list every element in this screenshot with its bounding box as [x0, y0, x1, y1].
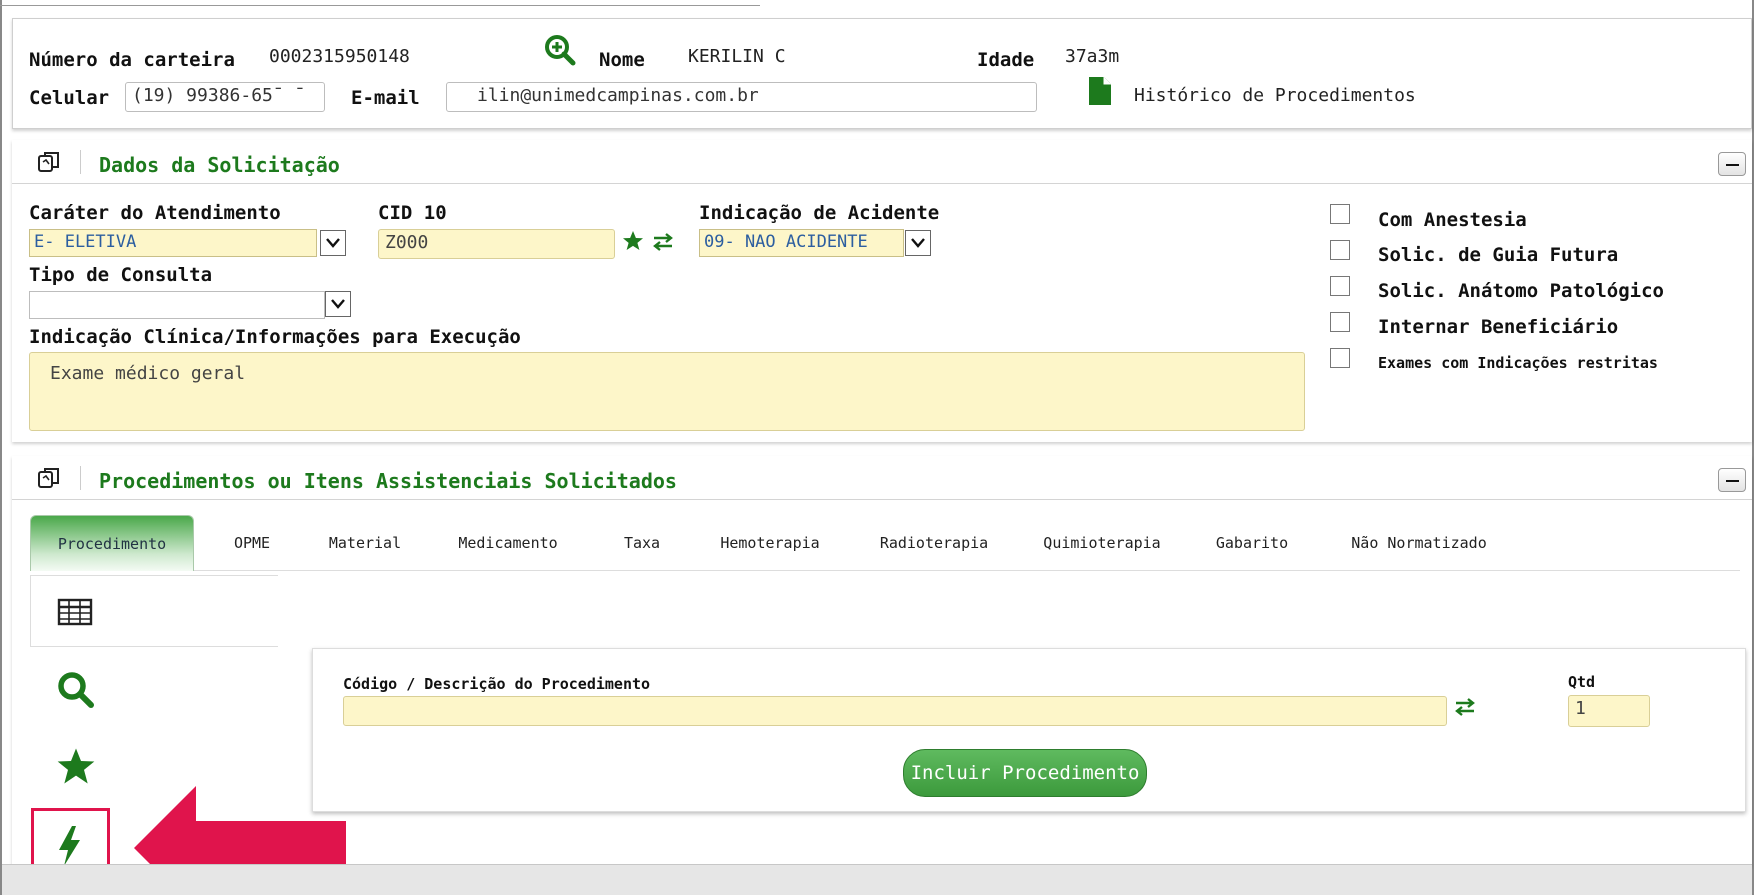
- lightning-icon[interactable]: [54, 824, 84, 868]
- acidente-value: 09- NAO ACIDENTE: [704, 232, 868, 252]
- nome-label: Nome: [599, 49, 645, 71]
- checkbox-internar-beneficiario[interactable]: [1330, 312, 1350, 332]
- indicacao-value: Exame médico geral: [50, 363, 246, 384]
- historico-link[interactable]: Histórico de Procedimentos: [1134, 85, 1416, 106]
- document-icon[interactable]: [1087, 75, 1113, 107]
- email-field[interactable]: ilin@unimedcampinas.com.br: [446, 82, 1037, 112]
- checkbox-com-anestesia[interactable]: [1330, 204, 1350, 224]
- qtd-label: Qtd: [1568, 673, 1596, 691]
- carteira-label: Número da carteira: [29, 49, 235, 71]
- top-edge: [0, 0, 760, 6]
- tab-radioterapia[interactable]: Radioterapia: [878, 515, 990, 571]
- celular-field[interactable]: (19) 99386-65¯ ¯: [125, 82, 325, 112]
- copy-icon[interactable]: [36, 465, 62, 491]
- procedimentos-section-header: Procedimentos ou Itens Assistenciais Sol…: [12, 456, 1752, 500]
- star-icon[interactable]: [621, 229, 645, 253]
- procedure-entry-card: Código / Descrição do Procedimento Qtd 1…: [312, 648, 1746, 812]
- tab-hemoterapia[interactable]: Hemoterapia: [716, 515, 824, 571]
- search-icon[interactable]: [56, 670, 96, 710]
- qtd-value: 1: [1575, 698, 1586, 719]
- tab-quimioterapia[interactable]: Quimioterapia: [1040, 515, 1164, 571]
- tab-procedimento[interactable]: Procedimento: [30, 515, 194, 571]
- acidente-label: Indicação de Acidente: [699, 202, 940, 224]
- carater-select[interactable]: E- ELETIVA: [29, 229, 317, 257]
- tipo-consulta-label: Tipo de Consulta: [29, 264, 213, 286]
- tab-taxa[interactable]: Taxa: [614, 515, 670, 571]
- codigo-field[interactable]: [343, 696, 1447, 726]
- indicacao-label: Indicação Clínica/Informações para Execu…: [29, 326, 521, 348]
- swap-icon[interactable]: [651, 231, 675, 253]
- checkbox-label-guia-futura: Solic. de Guia Futura: [1378, 244, 1619, 266]
- patient-panel: Número da carteira 0002315950148 Nome KE…: [12, 18, 1752, 129]
- acidente-select[interactable]: 09- NAO ACIDENTE: [699, 229, 904, 257]
- favorite-star-icon[interactable]: [56, 746, 96, 786]
- indicacao-textarea[interactable]: Exame médico geral: [29, 352, 1305, 431]
- table-icon: [57, 598, 93, 626]
- header-separator: [80, 466, 81, 490]
- header-separator: [80, 150, 81, 174]
- footer-bar: [2, 864, 1752, 895]
- grid-view-button[interactable]: [30, 575, 278, 647]
- collapse-button[interactable]: [1718, 468, 1746, 492]
- email-label: E-mail: [351, 87, 420, 109]
- cid-label: CID 10: [378, 202, 447, 224]
- copy-icon[interactable]: [36, 149, 62, 175]
- incluir-procedimento-button[interactable]: Incluir Procedimento: [903, 749, 1147, 797]
- acidente-dropdown-arrow[interactable]: [905, 230, 931, 256]
- nome-value: KERILIN C: [688, 46, 786, 67]
- checkbox-label-internar-beneficiario: Internar Beneficiário: [1378, 316, 1619, 338]
- checkbox-exames-restritas[interactable]: [1330, 348, 1350, 368]
- checkbox-label-com-anestesia: Com Anestesia: [1378, 209, 1527, 231]
- carteira-value: 0002315950148: [269, 46, 410, 67]
- carater-dropdown-arrow[interactable]: [320, 230, 346, 256]
- tipo-consulta-dropdown-arrow[interactable]: [325, 291, 351, 317]
- checkbox-guia-futura[interactable]: [1330, 240, 1350, 260]
- cid-value: Z000: [385, 232, 429, 253]
- tab-material[interactable]: Material: [326, 515, 404, 571]
- swap-icon[interactable]: [1453, 696, 1477, 718]
- dados-title: Dados da Solicitação: [99, 153, 340, 177]
- procedimentos-title: Procedimentos ou Itens Assistenciais Sol…: [99, 469, 677, 493]
- collapse-button[interactable]: [1718, 152, 1746, 176]
- checkbox-anatomo-patologico[interactable]: [1330, 276, 1350, 296]
- checkbox-label-anatomo-patologico: Solic. Anátomo Patológico: [1378, 280, 1664, 302]
- tab-nao-normatizado[interactable]: Não Normatizado: [1344, 515, 1494, 571]
- carater-label: Caráter do Atendimento: [29, 202, 281, 224]
- checkbox-label-exames-restritas: Exames com Indicações restritas: [1378, 354, 1658, 372]
- zoom-in-icon[interactable]: [543, 33, 577, 67]
- tipo-consulta-select[interactable]: [29, 291, 325, 319]
- tab-medicamento[interactable]: Medicamento: [450, 515, 566, 571]
- dados-section-header: Dados da Solicitação: [12, 140, 1752, 184]
- carater-value: E- ELETIVA: [34, 232, 137, 252]
- tab-opme[interactable]: OPME: [222, 515, 282, 571]
- tab-gabarito[interactable]: Gabarito: [1212, 515, 1292, 571]
- qtd-field[interactable]: 1: [1568, 695, 1650, 727]
- codigo-label: Código / Descrição do Procedimento: [343, 675, 651, 693]
- idade-value: 37a3m: [1065, 46, 1120, 67]
- cid-field[interactable]: Z000: [378, 229, 615, 259]
- celular-label: Celular: [29, 87, 110, 109]
- email-value: ilin@unimedcampinas.com.br: [477, 85, 759, 106]
- idade-label: Idade: [977, 49, 1035, 71]
